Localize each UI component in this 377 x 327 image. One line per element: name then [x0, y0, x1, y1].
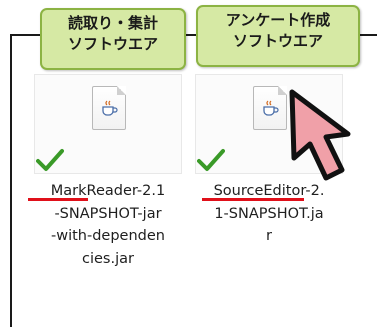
green-checkmark-icon [197, 149, 225, 171]
arrow-pointer-icon [289, 89, 351, 181]
callout-line-2: ソフトウエア [232, 32, 323, 50]
frame-line-top-left [10, 34, 40, 36]
frame-line-left [10, 34, 12, 327]
callout-line-1: アンケート作成 [225, 11, 331, 29]
callout-reader-software: 読取り・集計 ソフトウエア [40, 8, 186, 70]
file-name-label: SourceEditor-2. 1-SNAPSHOT.ja r [189, 180, 349, 248]
file-name-underlined: MarkReader [50, 183, 137, 199]
file-name-line-2: 1-SNAPSHOT.ja [214, 205, 324, 222]
java-jar-file-icon [92, 86, 126, 130]
file-name-line-3: -with-dependen [51, 228, 165, 244]
file-name-line-3: r [266, 228, 272, 244]
callout-line-2: ソフトウエア [67, 35, 158, 53]
file-name-label: MarkReader-2.1 -SNAPSHOT-jar -with-depen… [28, 180, 188, 270]
frame-line-top-right [360, 34, 377, 36]
frame-line-top-middle [186, 34, 196, 36]
file-name-line-4: cies.jar [82, 250, 134, 267]
callout-survey-software: アンケート作成 ソフトウエア [196, 5, 360, 67]
callout-line-1: 読取り・集計 [67, 14, 158, 32]
java-jar-file-icon [253, 86, 287, 130]
red-underline-markreader [28, 198, 88, 201]
file-name-line-2: -SNAPSHOT-jar [54, 205, 162, 222]
green-checkmark-icon [36, 149, 64, 171]
red-underline-sourceeditor [202, 198, 304, 201]
file-name-rest: -2.1 [136, 183, 166, 199]
